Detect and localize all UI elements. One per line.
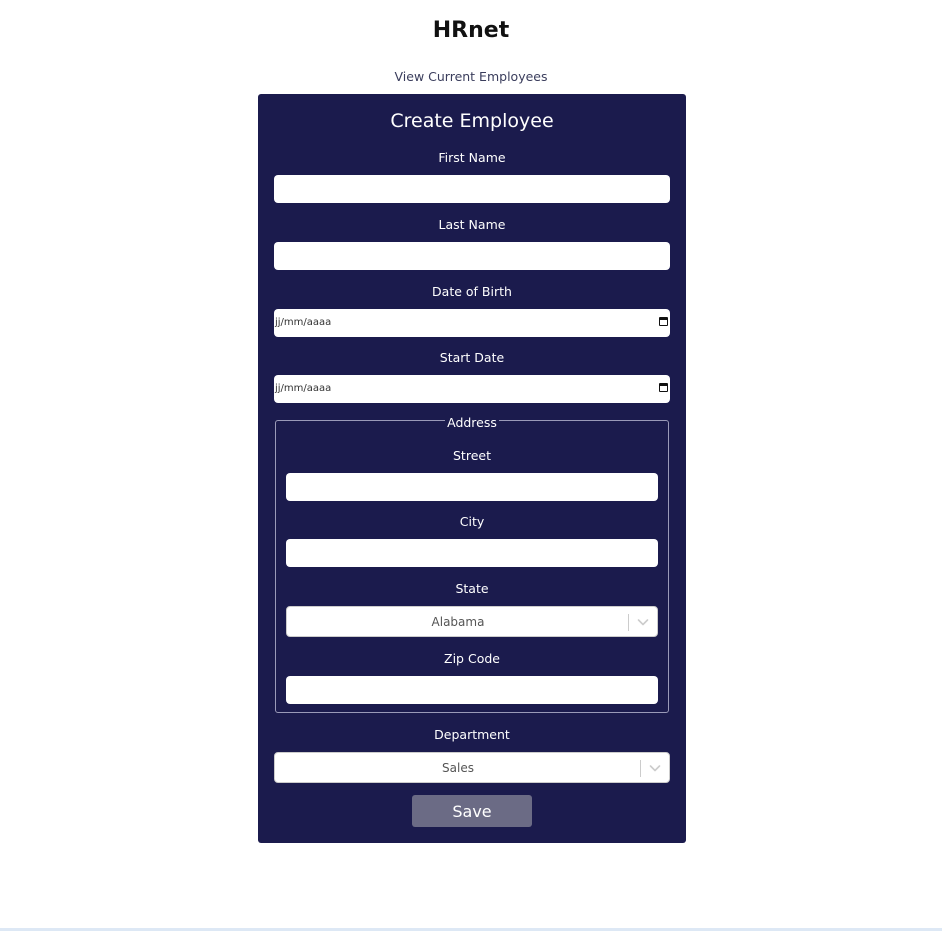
- app-title: HRnet: [432, 18, 510, 43]
- zip-code-label: Zip Code: [444, 651, 500, 666]
- zip-code-input[interactable]: [286, 676, 658, 704]
- state-select[interactable]: Alabama: [286, 606, 658, 637]
- last-name-input[interactable]: [274, 242, 670, 270]
- date-of-birth-input[interactable]: jj/mm/aaaa: [274, 309, 670, 337]
- city-label: City: [459, 514, 485, 529]
- first-name-input[interactable]: [274, 175, 670, 203]
- date-of-birth-label: Date of Birth: [432, 284, 512, 299]
- first-name-label: First Name: [438, 150, 506, 165]
- last-name-label: Last Name: [438, 217, 506, 232]
- select-separator: [628, 614, 629, 631]
- street-input[interactable]: [286, 473, 658, 501]
- calendar-icon[interactable]: [659, 383, 668, 392]
- start-date-placeholder: jj/mm/aaaa: [275, 383, 332, 394]
- department-select[interactable]: Sales: [274, 752, 670, 783]
- department-selected-value: Sales: [442, 761, 474, 775]
- start-date-label: Start Date: [439, 350, 505, 365]
- save-button[interactable]: Save: [412, 795, 532, 827]
- view-current-employees-link[interactable]: View Current Employees: [0, 69, 942, 84]
- city-input[interactable]: [286, 539, 658, 567]
- form-title: Create Employee: [390, 110, 554, 132]
- chevron-down-icon[interactable]: [645, 758, 665, 778]
- start-date-input[interactable]: jj/mm/aaaa: [274, 375, 670, 403]
- state-selected-value: Alabama: [431, 615, 485, 629]
- state-label: State: [455, 581, 489, 596]
- create-employee-form: Create Employee First Name Last Name Dat…: [258, 94, 686, 843]
- department-label: Department: [434, 727, 510, 742]
- select-separator: [640, 760, 641, 777]
- calendar-icon[interactable]: [659, 317, 668, 326]
- street-label: Street: [453, 448, 491, 463]
- date-of-birth-placeholder: jj/mm/aaaa: [275, 317, 332, 328]
- chevron-down-icon[interactable]: [633, 612, 653, 632]
